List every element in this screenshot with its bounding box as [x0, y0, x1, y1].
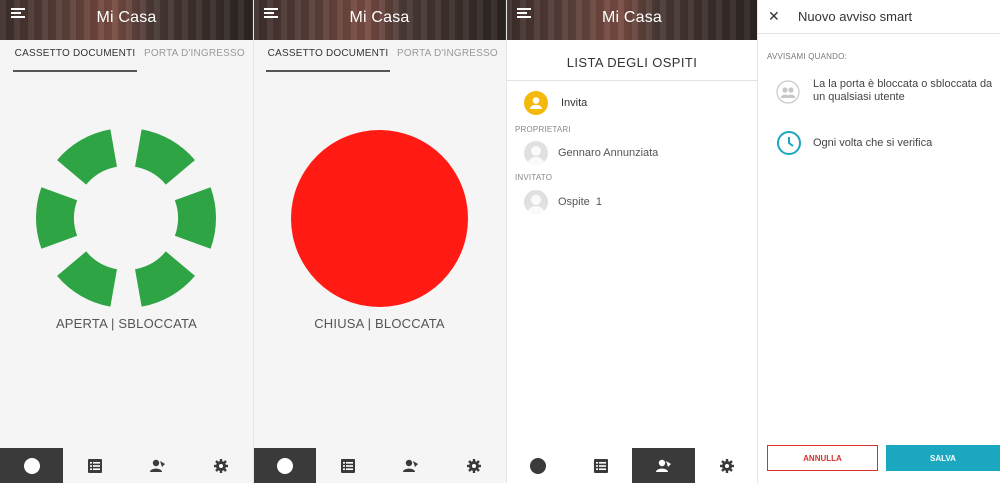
smart-alert-title: Nuovo avviso smart: [798, 9, 913, 24]
users-icon: [149, 459, 165, 472]
ring-segment: [36, 187, 78, 249]
bottom-nav: [506, 448, 758, 483]
lock-status-text: CHIUSA | BLOCCATA: [314, 316, 445, 331]
divider: [253, 0, 254, 483]
ring-segment: [135, 129, 195, 185]
save-button[interactable]: SALVA: [886, 445, 1000, 471]
guest-list-panel: Mi Casa LISTA DEGLI OSPITI Invita PROPRI…: [506, 0, 758, 483]
device-tabs: CASSETTO DOCUMENTI PORTA D'INGRESSO: [253, 48, 506, 72]
invite-label: Invita: [561, 97, 588, 109]
nav-home[interactable]: [506, 448, 569, 483]
unlocked-status-icon[interactable]: [0, 60, 253, 360]
nav-users[interactable]: [379, 448, 442, 483]
ring-segment: [57, 129, 117, 185]
divider: [506, 80, 758, 81]
nav-settings[interactable]: [189, 448, 252, 483]
lock-status-text: APERTA | SBLOCCATA: [55, 316, 198, 331]
divider: [758, 33, 1000, 34]
cancel-button[interactable]: ANNULLA: [767, 445, 878, 471]
nav-list[interactable]: [316, 448, 379, 483]
nav-settings[interactable]: [695, 448, 758, 483]
app-header: Mi Casa: [0, 0, 253, 40]
avatar: [524, 141, 548, 165]
nav-list[interactable]: [569, 448, 632, 483]
locked-status-icon[interactable]: [291, 130, 468, 307]
divider: [506, 0, 507, 483]
notify-when-label: AVVISAMI QUANDO:: [767, 52, 847, 61]
users-icon: [402, 459, 418, 472]
gear-icon: [719, 458, 734, 473]
ring-segment: [57, 251, 117, 307]
bottom-nav: [0, 448, 253, 483]
owners-section-label: PROPRIETARI: [515, 125, 571, 134]
tab-cassetto[interactable]: CASSETTO DOCUMENTI: [266, 48, 390, 72]
alert-option-any-user-text: La la porta è bloccata o sbloccata da un…: [813, 78, 993, 103]
invite-button[interactable]: Invita: [524, 91, 587, 115]
circle-icon: [23, 457, 40, 474]
divider: [757, 0, 758, 483]
alert-option-every-time-text: Ogni volta che si verifica: [813, 137, 933, 149]
nav-home[interactable]: [253, 448, 316, 483]
gear-icon: [466, 458, 481, 473]
header-title: Mi Casa: [96, 9, 157, 26]
guest-list-item[interactable]: Ospite 1: [524, 190, 602, 214]
ring-segment: [135, 251, 195, 307]
nav-list[interactable]: [63, 448, 126, 483]
tab-porta[interactable]: PORTA D'INGRESSO: [397, 48, 498, 70]
nav-settings[interactable]: [442, 448, 505, 483]
list-icon: [593, 458, 608, 473]
avatar: [524, 190, 548, 214]
ring-segment: [174, 187, 217, 249]
circle-icon: [529, 457, 546, 474]
gear-icon: [213, 458, 228, 473]
group-icon: [776, 80, 800, 104]
smart-alert-panel: ✕ Nuovo avviso smart AVVISAMI QUANDO: La…: [758, 0, 1000, 483]
alert-option-every-time[interactable]: Ogni volta che si verifica: [776, 130, 996, 156]
circle-icon: [276, 457, 293, 474]
lock-panel-open: Mi Casa CASSETTO DOCUMENTI PORTA D'INGRE…: [0, 0, 253, 483]
lock-panel-closed: Mi Casa CASSETTO DOCUMENTI PORTA D'INGRE…: [253, 0, 506, 483]
close-icon[interactable]: ✕: [768, 8, 780, 25]
owner-name: Gennaro Annunziata: [558, 147, 659, 159]
invited-section-label: INVITATO: [515, 173, 553, 182]
app-header: Mi Casa: [253, 0, 506, 40]
list-icon: [340, 458, 355, 473]
guest-name: Ospite 1: [558, 196, 603, 208]
app-header: Mi Casa: [506, 0, 758, 40]
header-title: Mi Casa: [349, 9, 410, 26]
owner-list-item[interactable]: Gennaro Annunziata: [524, 141, 658, 165]
nav-users[interactable]: [632, 448, 695, 483]
guest-list-title: LISTA DEGLI OSPITI: [566, 55, 698, 70]
list-icon: [87, 458, 102, 473]
clock-icon: [777, 131, 801, 155]
nav-users[interactable]: [126, 448, 189, 483]
invite-icon: [524, 91, 548, 115]
alert-option-any-user[interactable]: La la porta è bloccata o sbloccata da un…: [776, 78, 996, 104]
nav-home[interactable]: [0, 448, 63, 483]
bottom-nav: [253, 448, 506, 483]
header-title: Mi Casa: [601, 9, 663, 26]
users-icon: [655, 459, 671, 472]
